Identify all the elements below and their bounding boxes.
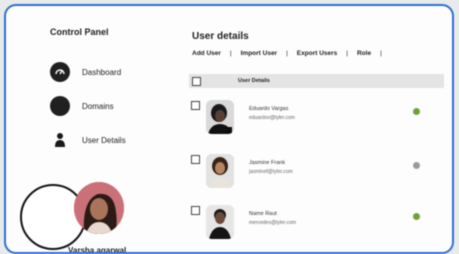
table-row: Eduardo Vargas eduardov@tyler.com bbox=[189, 100, 444, 140]
user-name: Name Raut bbox=[249, 211, 277, 217]
user-email: jasminef@tyler.com bbox=[249, 169, 293, 175]
user-name: Jasmine Frank bbox=[249, 160, 286, 166]
separator: | bbox=[286, 50, 288, 57]
page-title: User details bbox=[192, 31, 249, 42]
sidebar: Control Panel Dashboard Domains User Det… bbox=[6, 6, 178, 252]
row-checkbox[interactable] bbox=[191, 206, 200, 215]
status-indicator bbox=[413, 108, 420, 115]
avatar[interactable] bbox=[74, 182, 124, 234]
separator: | bbox=[229, 50, 232, 57]
sidebar-item-label: Dashboard bbox=[82, 67, 122, 77]
user-email: eduardov@tyler.com bbox=[249, 115, 295, 121]
table-row: Jasmine Frank jasminef@tyler.com bbox=[189, 154, 444, 194]
separator: | bbox=[380, 50, 382, 57]
sidebar-item-label: User Details bbox=[82, 135, 126, 145]
row-checkbox[interactable] bbox=[191, 155, 200, 164]
status-indicator bbox=[413, 213, 420, 220]
avatar bbox=[206, 154, 234, 188]
user-name: Eduardo Vargas bbox=[249, 106, 289, 112]
column-header-user-details: User Details bbox=[238, 78, 270, 84]
user-icon bbox=[50, 130, 70, 150]
export-users-button[interactable]: Export Users bbox=[297, 50, 337, 57]
avatar bbox=[206, 205, 234, 239]
avatar bbox=[206, 100, 234, 134]
table-header: User Details bbox=[189, 74, 444, 88]
sidebar-item-dashboard[interactable]: Dashboard bbox=[50, 62, 121, 82]
dashboard-icon bbox=[50, 62, 70, 82]
action-bar: Add User | Import User | Export Users | … bbox=[192, 50, 391, 57]
status-indicator bbox=[413, 162, 420, 169]
separator: | bbox=[346, 50, 348, 57]
user-name: Varsha agarwal bbox=[68, 246, 127, 254]
import-user-button[interactable]: Import User bbox=[241, 50, 277, 57]
role-button[interactable]: Role bbox=[357, 50, 371, 57]
sidebar-item-label: Domains bbox=[82, 101, 114, 111]
app-window: Control Panel Dashboard Domains User Det… bbox=[4, 4, 454, 254]
domains-icon bbox=[50, 96, 70, 116]
add-user-button[interactable]: Add User bbox=[192, 50, 221, 57]
select-all-checkbox[interactable] bbox=[192, 76, 201, 86]
sidebar-title: Control Panel bbox=[50, 27, 109, 37]
sidebar-item-domains[interactable]: Domains bbox=[50, 96, 114, 116]
sidebar-item-user-details[interactable]: User Details bbox=[50, 130, 126, 150]
user-email: mercedes@tyler.com bbox=[249, 220, 297, 226]
row-checkbox[interactable] bbox=[191, 101, 200, 110]
table-row: Name Raut mercedes@tyler.com bbox=[189, 205, 444, 245]
